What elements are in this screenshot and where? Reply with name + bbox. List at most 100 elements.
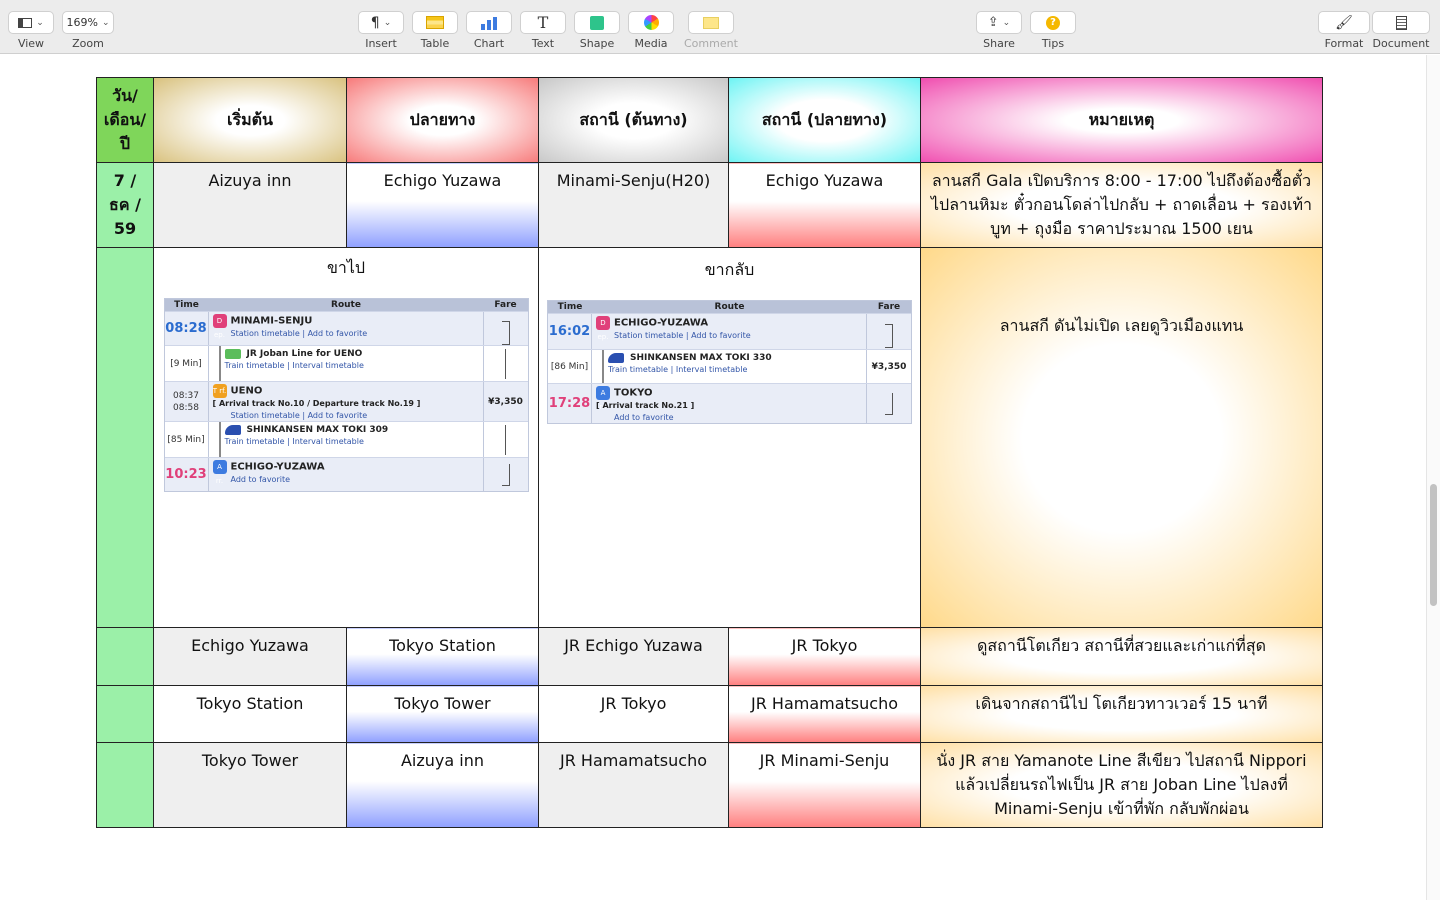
cell-date[interactable] [96,685,154,743]
photos-icon [643,15,659,30]
header-start[interactable]: เริ่มต้น [153,77,347,163]
itinerary-table[interactable]: วัน/ เดือน/ ปี เริ่มต้น ปลายทาง สถานี (ต… [96,77,1323,828]
media-label: Media [634,37,668,50]
fare-bracket [484,458,528,491]
cell-note[interactable]: นั่ง JR สาย Yamanote Line สีเขียว ไปสถาน… [920,742,1323,828]
table-tool[interactable]: Table [412,11,458,50]
fare-bracket [867,314,911,349]
document-icon [1395,15,1407,30]
fare-bracket [484,312,528,345]
toolbar: ⌄ View 169% ⌄ Zoom ¶ ⌄ Insert Table Chart … [0,0,1440,54]
tips-label: Tips [1041,37,1065,50]
table-icon [426,16,444,29]
shinkansen-icon [224,424,241,435]
zoom-tool[interactable]: 169% ⌄ Zoom [62,11,114,50]
shape-tool[interactable]: Shape [574,11,620,50]
comment-tool[interactable]: Comment [684,11,738,50]
header-date[interactable]: วัน/ เดือน/ ปี [96,77,154,163]
cell-station-from[interactable]: JR Tokyo [538,685,729,743]
cell-end[interactable]: Tokyo Tower [346,685,539,743]
cell-date[interactable] [96,247,154,628]
fare-bracket [484,422,528,457]
depart-badge-icon: D ep. [212,314,227,339]
header-station-to[interactable]: สถานี (ปลายทาง) [728,77,921,163]
cell-station-from[interactable]: JR Echigo Yuzawa [538,627,729,686]
arrive-time: 17:28 [548,384,592,423]
share-label: Share [983,37,1015,50]
col-route: Route [714,302,745,312]
outbound-title: ขาไป [326,258,366,277]
text-icon: T [537,13,549,32]
format-tool[interactable]: 🖌 Format [1318,11,1370,50]
cell-end[interactable]: Aizuya inn [346,742,539,828]
insert-label: Insert [365,37,397,50]
cell-outbound-route[interactable]: ขาไป Time Route Fare 08:28 D ep.MINAMI-SEN… [153,247,539,628]
cell-date[interactable]: 7 / ธค / 59 [96,162,154,248]
header-end[interactable]: ปลายทาง [346,77,539,163]
return-route-table: Time Route Fare 16:02 D ep. ECHIGO-YUZAWA St… [547,300,912,424]
cell-station-to[interactable]: JR Minami-Senju [728,742,921,828]
cell-end[interactable]: Tokyo Station [346,627,539,686]
station-links[interactable]: Station timetable | Add to favorite [213,328,479,340]
tips-tool[interactable]: ? Tips [1030,11,1076,50]
cell-note[interactable]: ลานสกี Gala เปิดบริการ 8:00 - 17:00 ไปถึ… [920,162,1323,248]
cell-start[interactable]: Tokyo Station [153,685,347,743]
share-tool[interactable]: ⇪ ⌄ Share [976,11,1022,50]
help-icon: ? [1046,15,1060,30]
cell-station-to[interactable]: JR Tokyo [728,627,921,686]
insert-tool[interactable]: ¶ ⌄ Insert [358,11,404,50]
cell-station-to[interactable]: Echigo Yuzawa [728,162,921,248]
vertical-scrollbar[interactable] [1426,55,1440,900]
cell-return-route[interactable]: ขากลับ Time Route Fare 16:02 D ep. ECHIGO-Y… [538,247,921,628]
text-tool[interactable]: T Text [520,11,566,50]
share-icon: ⇪ [987,15,999,30]
table-row: Echigo Yuzawa Tokyo Station JR Echigo Yu… [96,627,1323,686]
station-name: ECHIGO-YUZAWA [614,317,709,329]
table-row: Tokyo Tower Aizuya inn JR Hamamatsucho J… [96,742,1323,828]
station-links[interactable]: Add to favorite [596,412,862,424]
cell-station-to[interactable]: JR Hamamatsucho [728,685,921,743]
note-text: ลานสกี ดันไม่เปิด เลยดูวิวเมืองแทน [999,316,1244,335]
cell-start[interactable]: Tokyo Tower [153,742,347,828]
depart-badge-icon: D ep. [596,316,610,341]
station-links[interactable]: Station timetable | Add to favorite [596,330,862,342]
view-tool[interactable]: ⌄ View [8,11,54,50]
train-links[interactable]: Train timetable | Interval timetable [225,360,479,372]
cell-station-from[interactable]: JR Hamamatsucho [538,742,729,828]
header-row: วัน/ เดือน/ ปี เริ่มต้น ปลายทาง สถานี (ต… [96,77,1323,163]
sidebar-icon [18,17,33,28]
zoom-label: Zoom [72,37,104,50]
cell-start[interactable]: Echigo Yuzawa [153,627,347,686]
train-links[interactable]: Train timetable | Interval timetable [225,436,479,448]
cell-note[interactable]: ดูสถานีโตเกียว สถานีที่สวยและเก่าแก่ที่ส… [920,627,1323,686]
fare-amount: ¥3,350 [488,396,523,407]
col-time: Time [174,300,199,310]
cell-station-from[interactable]: Minami-Senju(H20) [538,162,729,248]
chart-icon [481,16,497,30]
cell-note[interactable]: ลานสกี ดันไม่เปิด เลยดูวิวเมืองแทน [920,247,1323,628]
chevron-down-icon: ⌄ [101,17,110,28]
cell-end[interactable]: Echigo Yuzawa [346,162,539,248]
col-fare: Fare [494,300,517,310]
document-label: Document [1372,37,1430,50]
table-row: ขาไป Time Route Fare 08:28 D ep.MINAMI-SEN… [96,247,1323,628]
cell-start[interactable]: Aizuya inn [153,162,347,248]
header-station-from[interactable]: สถานี (ต้นทาง) [538,77,729,163]
scrollbar-thumb[interactable] [1430,484,1437,606]
cell-note[interactable]: เดินจากสถานีไป โตเกียวทาวเวอร์ 15 นาที [920,685,1323,743]
media-tool[interactable]: Media [628,11,674,50]
fare-amount: ¥3,350 [871,361,907,372]
paintbrush-icon: 🖌 [1335,14,1353,31]
cell-date[interactable] [96,627,154,686]
document-tool[interactable]: Document [1372,11,1430,50]
table-row: 7 / ธค / 59 Aizuya inn Echigo Yuzawa Min… [96,162,1323,248]
arrive-badge-icon: A rr. [212,460,227,485]
train-links[interactable]: Train timetable | Interval timetable [608,364,862,376]
cell-date[interactable] [96,742,154,828]
line-name: JR Joban Line for UENO [246,349,363,359]
station-links[interactable]: Add to favorite [213,474,479,486]
station-links[interactable]: Station timetable | Add to favorite [213,410,479,422]
header-note[interactable]: หมายเหตุ [920,77,1323,163]
arrive-time: 10:23 [165,458,209,491]
chart-tool[interactable]: Chart [466,11,512,50]
